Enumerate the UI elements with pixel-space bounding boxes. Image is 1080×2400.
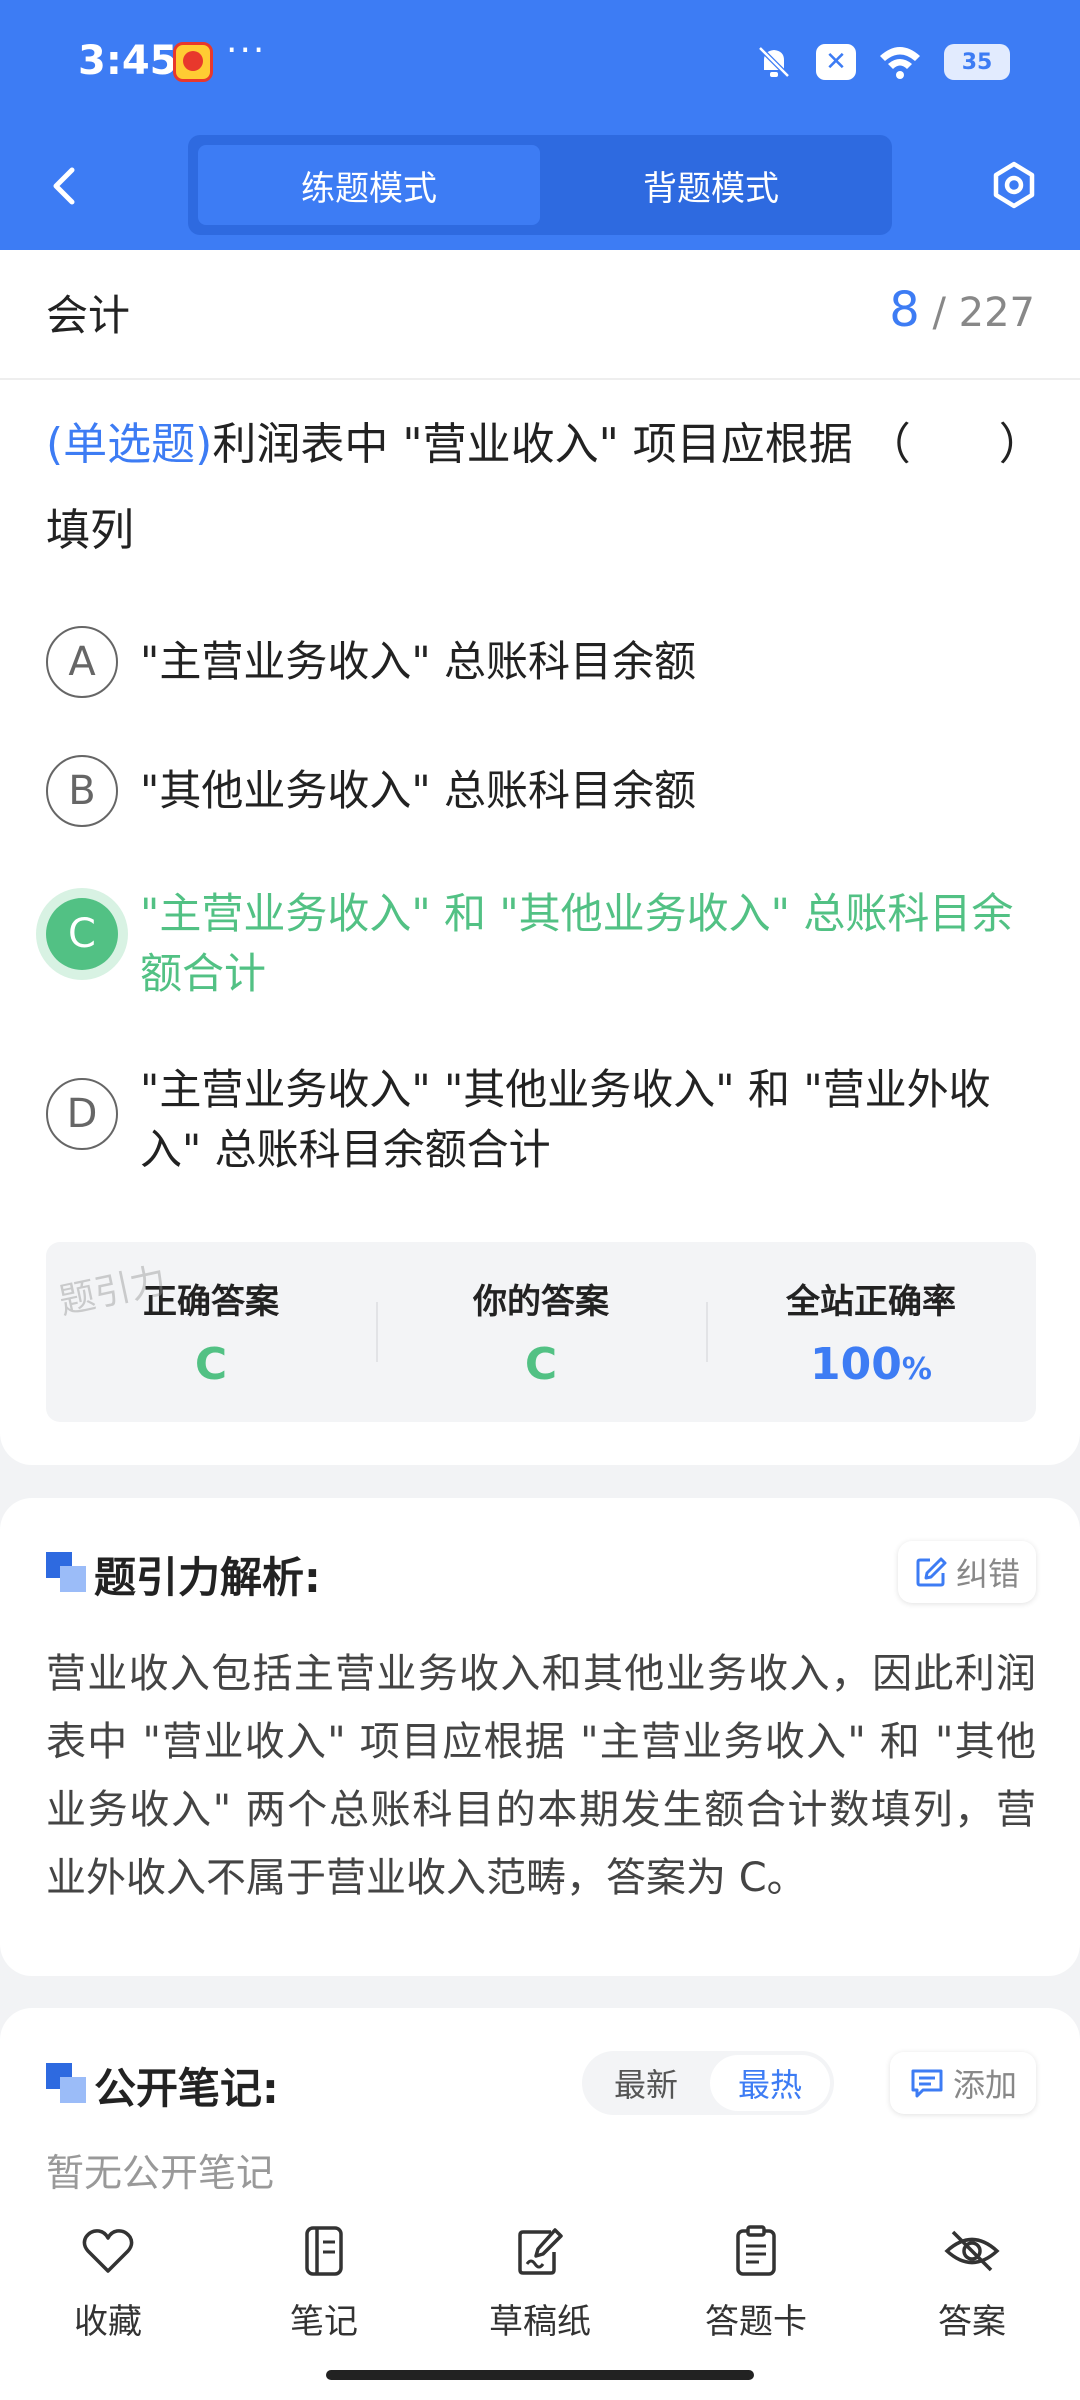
nav-answer[interactable]: 答案 <box>902 2222 1042 2343</box>
option-text: "主营业务收入" 和 "其他业务收入" 总账科目余额合计 <box>140 889 1014 998</box>
accuracy-number: 100 <box>810 1339 902 1390</box>
analysis-text: 营业收入包括主营业务收入和其他业务收入，因此利润表中 "营业收入" 项目应根据 … <box>46 1651 1036 1901</box>
back-arrow-icon[interactable] <box>40 150 90 220</box>
option-letter: A <box>46 626 118 698</box>
report-error-label: 纠错 <box>955 1555 1020 1593</box>
battery-indicator: 35 <box>944 44 1010 80</box>
notes-sort-toggle: 最新 最热 <box>582 2051 834 2115</box>
sort-hot-button[interactable]: 最热 <box>710 2055 830 2111</box>
accuracy-col: 全站正确率 100% <box>706 1242 1036 1422</box>
status-bar: 3:45 ··· ✕ 35 <box>0 0 1080 125</box>
tab-memorize-mode[interactable]: 背题模式 <box>540 145 882 225</box>
option-text: "主营业务收入" "其他业务收入" 和 "营业外收入" 总账科目余额合计 <box>140 1065 991 1174</box>
your-answer-label: 你的答案 <box>473 1282 609 1322</box>
option-letter: B <box>46 755 118 827</box>
nav-favorite-label: 收藏 <box>74 2302 142 2342</box>
home-indicator[interactable] <box>326 2370 754 2380</box>
accuracy-value: 100% <box>810 1339 932 1390</box>
sort-latest-button[interactable]: 最新 <box>586 2055 706 2111</box>
nav-draft-label: 草稿纸 <box>489 2302 591 2342</box>
accuracy-label: 全站正确率 <box>786 1282 956 1322</box>
question-stem: (单选题)利润表中 "营业收入" 项目应根据 （ ）填列 <box>46 402 1036 574</box>
option-text: "主营业务收入" 总账科目余额 <box>140 637 696 686</box>
more-notifications-icon: ··· <box>226 30 267 71</box>
section-icon <box>46 1552 86 1592</box>
edit-icon <box>916 1557 947 1587</box>
mute-bell-icon <box>758 46 790 78</box>
status-time: 3:45 <box>78 38 178 84</box>
option-letter: D <box>46 1078 118 1150</box>
option-c[interactable]: C "主营业务收入" 和 "其他业务收入" 总账科目余额合计 <box>46 884 1040 1004</box>
tab-practice-mode[interactable]: 练题模式 <box>198 145 540 225</box>
nav-notes[interactable]: 笔记 <box>254 2222 394 2343</box>
analysis-title: 题引力解析: <box>94 1553 321 1602</box>
report-error-button[interactable]: 纠错 <box>898 1541 1036 1603</box>
add-note-label: 添加 <box>952 2066 1017 2104</box>
close-notification-icon: ✕ <box>816 44 856 80</box>
question-type: (单选题) <box>46 419 213 470</box>
subject-title: 会计 <box>46 291 131 340</box>
answer-summary: 正确答案 C 你的答案 C 全站正确率 100% <box>46 1242 1036 1422</box>
app-notification-icon <box>173 42 213 82</box>
empty-notes-text: 暂无公开笔记 <box>46 2151 275 2195</box>
notes-title: 公开笔记: <box>94 2064 279 2113</box>
option-letter: C <box>46 898 118 970</box>
question-progress: 8 / 227 <box>889 282 1035 338</box>
draft-icon <box>518 2228 563 2275</box>
divider <box>0 378 1080 380</box>
your-answer-value: C <box>524 1339 558 1390</box>
heart-icon <box>82 2229 134 2273</box>
wifi-icon <box>880 47 920 79</box>
option-b[interactable]: B "其他业务收入" 总账科目余额 <box>46 755 1040 827</box>
your-answer-col: 你的答案 C <box>376 1242 706 1422</box>
option-a[interactable]: A "主营业务收入" 总账科目余额 <box>46 626 1040 698</box>
section-icon <box>46 2063 86 2103</box>
accuracy-unit: % <box>901 1352 932 1387</box>
nav-favorite[interactable]: 收藏 <box>38 2222 178 2343</box>
option-text: "其他业务收入" 总账科目余额 <box>140 766 696 815</box>
nav-answer-label: 答案 <box>938 2302 1006 2342</box>
nav-draft[interactable]: 草稿纸 <box>470 2222 610 2343</box>
correct-answer-value: C <box>194 1339 228 1390</box>
status-icons: ✕ 35 <box>754 38 1010 86</box>
nav-answer-card-label: 答题卡 <box>705 2302 807 2342</box>
mode-switch: 练题模式 背题模式 <box>188 135 892 235</box>
nav-answer-card[interactable]: 答题卡 <box>686 2222 826 2343</box>
top-bar: 3:45 ··· ✕ 35 练题模式 背题模式 <box>0 0 1080 250</box>
eye-off-icon <box>944 2230 1000 2272</box>
current-question-number: 8 <box>889 282 920 338</box>
total-questions: / 227 <box>932 290 1035 336</box>
comment-icon <box>911 2069 943 2098</box>
notebook-icon <box>305 2226 343 2276</box>
add-note-button[interactable]: 添加 <box>890 2052 1036 2114</box>
settings-icon[interactable] <box>984 150 1044 220</box>
answer-card-icon <box>736 2225 776 2276</box>
nav-notes-label: 笔记 <box>290 2302 358 2342</box>
option-d[interactable]: D "主营业务收入" "其他业务收入" 和 "营业外收入" 总账科目余额合计 <box>46 1060 1040 1180</box>
